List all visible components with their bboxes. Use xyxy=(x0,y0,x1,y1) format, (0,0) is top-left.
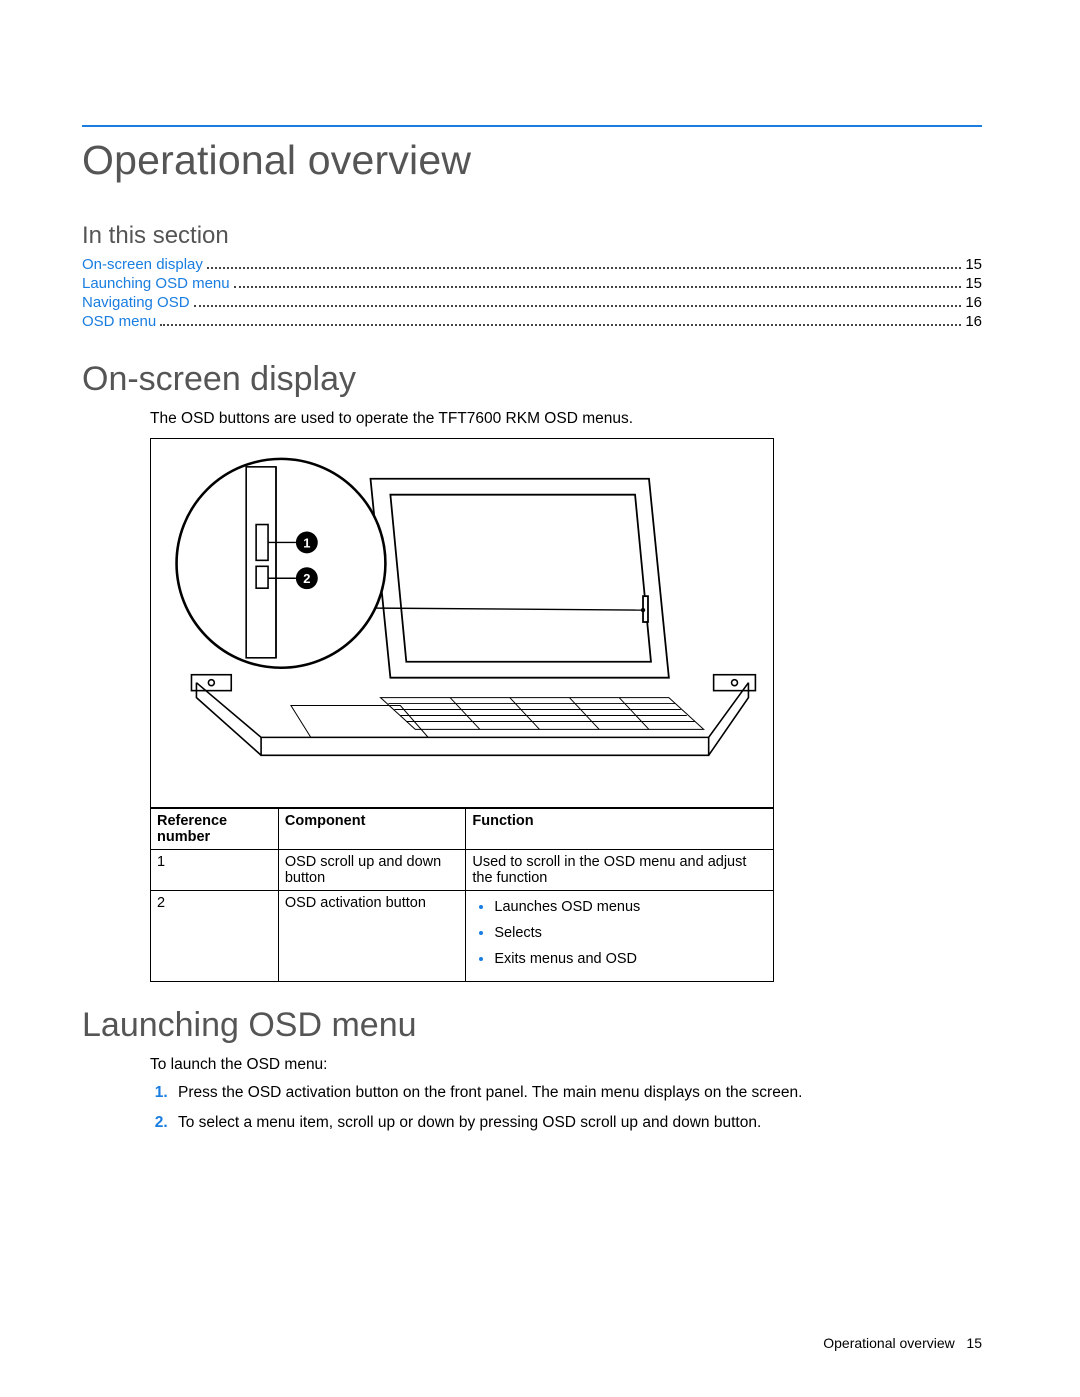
step: To select a menu item, scroll up or down… xyxy=(172,1114,982,1132)
toc-leader xyxy=(160,324,961,326)
toc-item[interactable]: OSD menu 16 xyxy=(82,313,982,330)
cell-func: Launches OSD menus Selects Exits menus a… xyxy=(466,890,774,981)
osd-heading: On-screen display xyxy=(82,360,982,399)
reference-table: Reference number Component Function 1 OS… xyxy=(150,808,774,982)
toc-page: 16 xyxy=(965,294,982,311)
toc-label: OSD menu xyxy=(82,313,156,330)
toc-leader xyxy=(234,286,962,288)
th-ref: Reference number xyxy=(151,808,279,849)
page-title: Operational overview xyxy=(82,137,982,184)
callout-two-label: 2 xyxy=(303,571,310,586)
table-row: 2 OSD activation button Launches OSD men… xyxy=(151,890,774,981)
toc-item[interactable]: Launching OSD menu 15 xyxy=(82,275,982,292)
th-comp: Component xyxy=(278,808,466,849)
toc-page: 15 xyxy=(965,275,982,292)
toc-heading: In this section xyxy=(82,222,982,250)
osd-intro: The OSD buttons are used to operate the … xyxy=(150,409,982,430)
toc-leader xyxy=(194,305,962,307)
toc-item[interactable]: On-screen display 15 xyxy=(82,256,982,273)
cell-comp: OSD scroll up and down button xyxy=(278,849,466,890)
cell-func: Used to scroll in the OSD menu and adjus… xyxy=(466,849,774,890)
launch-intro: To launch the OSD menu: xyxy=(150,1055,982,1076)
toc-list: On-screen display 15 Launching OSD menu … xyxy=(82,256,982,330)
toc-item[interactable]: Navigating OSD 16 xyxy=(82,294,982,311)
footer-section: Operational overview xyxy=(823,1335,955,1351)
toc-page: 16 xyxy=(965,313,982,330)
callout-one-label: 1 xyxy=(303,535,310,550)
func-list: Launches OSD menus Selects Exits menus a… xyxy=(472,899,767,967)
page-footer: Operational overview 15 xyxy=(823,1335,982,1351)
osd-diagram-svg: 1 2 xyxy=(151,439,773,807)
func-item: Launches OSD menus xyxy=(494,899,767,915)
top-rule xyxy=(82,125,982,127)
cell-comp: OSD activation button xyxy=(278,890,466,981)
toc-label: Navigating OSD xyxy=(82,294,190,311)
toc-label: On-screen display xyxy=(82,256,203,273)
toc-label: Launching OSD menu xyxy=(82,275,230,292)
launch-steps: Press the OSD activation button on the f… xyxy=(172,1084,982,1132)
toc-page: 15 xyxy=(965,256,982,273)
cell-ref: 2 xyxy=(151,890,279,981)
footer-page: 15 xyxy=(966,1335,982,1351)
step: Press the OSD activation button on the f… xyxy=(172,1084,982,1102)
toc-leader xyxy=(207,267,961,269)
th-func: Function xyxy=(466,808,774,849)
func-item: Exits menus and OSD xyxy=(494,951,767,967)
func-item: Selects xyxy=(494,925,767,941)
launch-heading: Launching OSD menu xyxy=(82,1006,982,1045)
page-content: Operational overview In this section On-… xyxy=(0,0,1080,1194)
osd-figure: 1 2 xyxy=(150,438,774,808)
table-row: 1 OSD scroll up and down button Used to … xyxy=(151,849,774,890)
cell-ref: 1 xyxy=(151,849,279,890)
